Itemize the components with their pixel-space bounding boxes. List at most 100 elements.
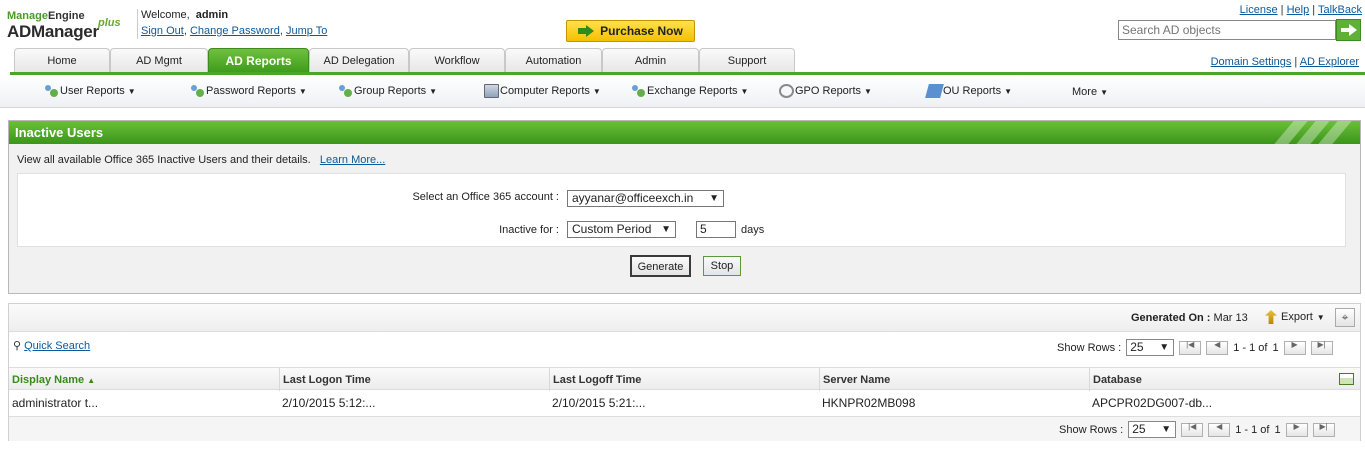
days-input[interactable]: 5 bbox=[696, 221, 736, 238]
submenu-label: Group Reports bbox=[354, 85, 427, 97]
show-rows-select[interactable]: 25 ▼ bbox=[1128, 421, 1177, 438]
submenu-label: More bbox=[1072, 86, 1098, 98]
submenu-label: OU Reports bbox=[943, 85, 1002, 97]
tab-ad-reports[interactable]: AD Reports bbox=[208, 48, 309, 73]
domain-settings-link[interactable]: Domain Settings bbox=[1211, 56, 1292, 68]
column-server-name[interactable]: Server Name bbox=[819, 368, 1089, 391]
account-value: ayyanar@officeexch.in bbox=[572, 191, 694, 205]
pager-bottom: Show Rows : 25 ▼ 1 - 1 of 1 bbox=[1059, 421, 1335, 438]
tab-automation[interactable]: Automation bbox=[505, 48, 602, 73]
learn-more-link[interactable]: Learn More... bbox=[320, 154, 385, 166]
days-label: days bbox=[741, 224, 765, 236]
table-header: Display Name ▲ Last Logon Time Last Logo… bbox=[9, 367, 1360, 391]
help-link[interactable]: Help bbox=[1287, 4, 1310, 16]
description-text: View all available Office 365 Inactive U… bbox=[17, 154, 311, 166]
brand-manageengine: ManageEngine bbox=[7, 10, 85, 22]
tab-ad-delegation[interactable]: AD Delegation bbox=[309, 48, 409, 73]
pager-bottom-bar: Show Rows : 25 ▼ 1 - 1 of 1 bbox=[9, 416, 1360, 441]
submenu-user-reports[interactable]: User Reports ▼ bbox=[44, 84, 136, 98]
period-select[interactable]: Custom Period ▼ bbox=[567, 221, 676, 238]
column-database[interactable]: Database bbox=[1089, 368, 1360, 391]
first-page-button[interactable] bbox=[1181, 422, 1204, 437]
submenu-gpo-reports[interactable]: GPO Reports ▼ bbox=[779, 84, 872, 98]
caret-down-icon: ▼ bbox=[592, 86, 601, 96]
last-page-button[interactable] bbox=[1310, 340, 1333, 355]
submenu-label: Computer Reports bbox=[500, 85, 590, 97]
search-input[interactable] bbox=[1118, 20, 1336, 40]
generate-button[interactable]: Generate bbox=[630, 255, 691, 277]
user-links: Sign Out, Change Password, Jump To bbox=[141, 25, 328, 37]
next-page-button[interactable] bbox=[1283, 340, 1306, 355]
cell-last-logon: 2/10/2015 5:12:... bbox=[282, 396, 376, 410]
tab-admin[interactable]: Admin bbox=[602, 48, 699, 73]
brand-manage-text: Manage bbox=[7, 10, 48, 22]
submenu-computer-reports[interactable]: Computer Reports ▼ bbox=[484, 84, 601, 98]
column-last-logoff[interactable]: Last Logoff Time bbox=[549, 368, 819, 391]
caret-down-icon: ▼ bbox=[429, 86, 438, 96]
panel-description: View all available Office 365 Inactive U… bbox=[17, 154, 385, 166]
purchase-now-button[interactable]: Purchase Now bbox=[566, 20, 695, 42]
page-info: 1 - 1 of bbox=[1233, 341, 1268, 354]
column-chooser-icon[interactable] bbox=[1339, 373, 1354, 385]
submenu-password-reports[interactable]: Password Reports ▼ bbox=[190, 84, 307, 98]
generated-value: Mar 13 bbox=[1213, 312, 1248, 324]
generated-bar: Generated On : Mar 13 Export ▼ ⌖ bbox=[9, 304, 1360, 332]
inactive-users-panel: Inactive Users View all available Office… bbox=[8, 120, 1361, 294]
cell-database: APCPR02DG007-db... bbox=[1092, 396, 1213, 410]
brand-admanager: ADManager bbox=[7, 22, 99, 41]
prev-page-button[interactable] bbox=[1208, 422, 1231, 437]
submenu-more[interactable]: More ▼ bbox=[1072, 86, 1108, 98]
cell-display-name[interactable]: administrator t... bbox=[9, 396, 98, 410]
sign-out-link[interactable]: Sign Out bbox=[141, 25, 184, 37]
jump-to-link[interactable]: Jump To bbox=[286, 25, 327, 37]
domain-links: Domain Settings | AD Explorer bbox=[1210, 56, 1359, 68]
submenu-ou-reports[interactable]: OU Reports ▼ bbox=[925, 84, 1012, 98]
license-link[interactable]: License bbox=[1240, 4, 1278, 16]
users-icon bbox=[338, 84, 353, 98]
first-page-button[interactable] bbox=[1179, 340, 1202, 355]
caret-down-icon: ▼ bbox=[1100, 87, 1108, 97]
tab-support[interactable]: Support bbox=[699, 48, 795, 73]
panel-title: Inactive Users bbox=[15, 125, 104, 140]
computer-icon bbox=[484, 84, 499, 98]
talkback-link[interactable]: TalkBack bbox=[1318, 4, 1362, 16]
welcome-text: Welcome, admin bbox=[141, 9, 228, 21]
settings-icon[interactable]: ⌖ bbox=[1335, 308, 1355, 327]
brand-engine-text: Engine bbox=[47, 10, 85, 22]
export-label: Export bbox=[1281, 311, 1313, 323]
stop-button[interactable]: Stop bbox=[703, 256, 741, 276]
cell-last-logoff: 2/10/2015 5:21:... bbox=[552, 396, 646, 410]
tab-workflow[interactable]: Workflow bbox=[409, 48, 505, 73]
search-go-icon[interactable] bbox=[1336, 19, 1361, 41]
next-page-button[interactable] bbox=[1285, 422, 1308, 437]
change-password-link[interactable]: Change Password bbox=[190, 25, 280, 37]
account-label: Select an Office 365 account : bbox=[412, 191, 559, 203]
tab-ad-mgmt[interactable]: AD Mgmt bbox=[110, 48, 208, 73]
page-info: 1 - 1 of bbox=[1235, 423, 1270, 436]
dropdown-arrow-icon: ▼ bbox=[1159, 342, 1170, 353]
ad-explorer-link[interactable]: AD Explorer bbox=[1300, 56, 1359, 68]
export-button[interactable]: Export ▼ bbox=[1265, 310, 1325, 324]
tab-home[interactable]: Home bbox=[14, 48, 110, 73]
period-value: Custom Period bbox=[572, 222, 652, 236]
top-links: License | Help | TalkBack bbox=[1239, 4, 1362, 16]
submenu-label: Password Reports bbox=[206, 85, 296, 97]
caret-down-icon: ▼ bbox=[127, 86, 136, 96]
column-display-name[interactable]: Display Name ▲ bbox=[9, 368, 279, 391]
last-page-button[interactable] bbox=[1312, 422, 1335, 437]
account-select[interactable]: ayyanar@officeexch.in ▼ bbox=[567, 190, 724, 207]
column-last-logon[interactable]: Last Logon Time bbox=[279, 368, 549, 391]
submenu-group-reports[interactable]: Group Reports ▼ bbox=[338, 84, 437, 98]
quick-search-link[interactable]: Quick Search bbox=[24, 340, 90, 352]
page-total: 1 bbox=[1274, 423, 1281, 436]
show-rows-select[interactable]: 25 ▼ bbox=[1126, 339, 1175, 356]
submenu-exchange-reports[interactable]: Exchange Reports ▼ bbox=[631, 84, 748, 98]
users-icon bbox=[631, 84, 646, 98]
caret-down-icon: ▼ bbox=[740, 86, 749, 96]
generated-on: Generated On : Mar 13 bbox=[1131, 312, 1248, 324]
purchase-label: Purchase Now bbox=[600, 24, 683, 38]
quick-search[interactable]: ⚲ Quick Search bbox=[13, 339, 90, 352]
prev-page-button[interactable] bbox=[1206, 340, 1229, 355]
sort-asc-icon: ▲ bbox=[87, 376, 96, 385]
ou-icon bbox=[925, 84, 944, 98]
